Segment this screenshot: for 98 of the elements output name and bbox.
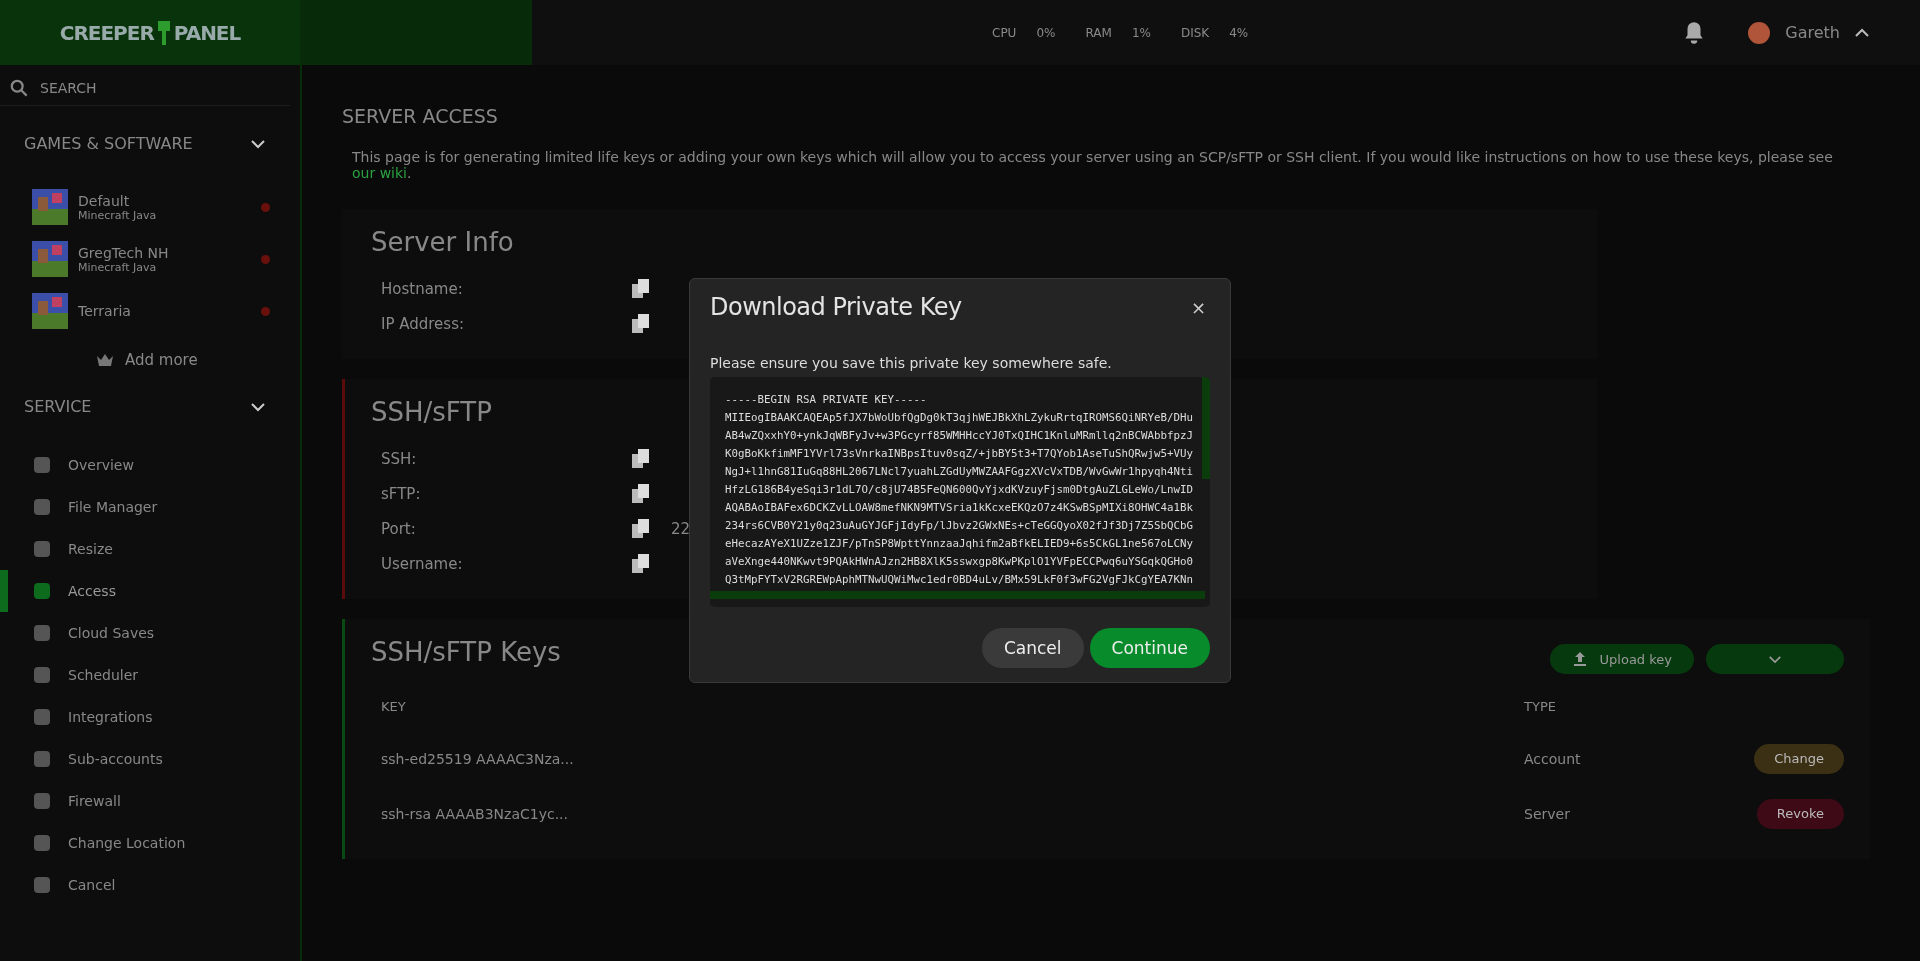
field-label: Hostname: <box>380 279 464 298</box>
close-button[interactable]: × <box>1186 296 1210 318</box>
square-icon <box>32 581 52 601</box>
wiki-link[interactable]: our wiki <box>352 165 407 181</box>
field-value: 22 <box>671 519 691 538</box>
column-header: TYPE <box>1524 698 1557 714</box>
change-button[interactable]: Change <box>1754 743 1844 774</box>
field-label: IP Address: <box>380 314 466 333</box>
stat-value: 0% <box>1036 25 1056 40</box>
menu-item[interactable]: Cloud Saves <box>0 612 300 654</box>
field-label: Username: <box>380 554 464 573</box>
key-line: eHecazAYeX1UZze1ZJF/pTnSP8WpttYnnzaaJqhifm2aBfkELIED9+6s5CkGL1ne567oLCNy <box>725 536 1194 552</box>
key-line: NgJ+l1hnG81IuGq88HL2067LNcl7yuahLZGdUyMWZAAFGgzXVcVxTDB/WvGwWr1hpyqh4Nti <box>725 464 1194 480</box>
menu-item[interactable]: Access <box>0 570 300 612</box>
server-game: Minecraft Java <box>78 208 158 222</box>
logo[interactable]: CREEPER PANEL <box>0 0 300 65</box>
server-name: Terraria <box>78 303 132 319</box>
square-icon <box>32 665 52 685</box>
caret-icon[interactable] <box>1854 27 1870 38</box>
key-line: AQABAoIBAFex6DCKZvLLOAW8mefNKN9MTVSria1kKcxeEKQzO7z4KSwBSpMIXi8OHWC4a1Bk <box>725 500 1194 516</box>
card-title: SSH/sFTP Keys <box>371 637 561 667</box>
copy-icon[interactable] <box>631 447 651 470</box>
field-label: sFTP: <box>380 484 422 503</box>
chevron-icon[interactable] <box>250 401 266 412</box>
square-icon <box>32 623 52 643</box>
table-cell-text: ssh-rsa AAAAB3NzaC1yc... <box>380 805 569 822</box>
server-name: Default <box>78 192 131 209</box>
stat-value: 1% <box>1131 25 1151 40</box>
server-item[interactable]: Terraria <box>0 285 300 337</box>
continue-button[interactable]: Continue <box>1089 628 1210 668</box>
menu-item[interactable]: Change Location <box>0 822 300 864</box>
intro-text: This page is for generating limited life keys or adding your own keys which will allow you to access your server using an SCP/sFTP or SSH client. If you would like instructions on how to use these keys, please see our wiki. <box>352 149 1834 181</box>
key-line: 234rs6CVB0Y21y0q23uAuGYJGFjIdyFp/lJbvz2GWxNEs+cTeGGQyoX02fJf3Dj7Z5SbQCbG <box>725 518 1194 534</box>
crown-icon <box>95 352 115 368</box>
scrollbar[interactable] <box>1202 377 1210 479</box>
stat-label: CPU <box>992 25 1017 40</box>
copy-icon[interactable] <box>631 517 651 540</box>
key-line: -----BEGIN RSA PRIVATE KEY----- <box>725 392 927 408</box>
table-cell-text: Account <box>1524 750 1582 767</box>
copy-icon[interactable] <box>631 312 651 335</box>
square-icon <box>32 455 52 475</box>
copy-icon[interactable] <box>631 277 651 300</box>
copy-icon[interactable] <box>631 482 651 505</box>
dialog-message: Please ensure you save this private key somewhere safe. <box>710 355 1113 371</box>
server-name: GregTech NH <box>78 244 170 261</box>
upload-icon <box>1571 651 1588 667</box>
menu-item[interactable]: Cancel <box>0 864 300 906</box>
logo-text: PANEL <box>173 20 241 45</box>
menu-item[interactable]: Firewall <box>0 780 300 822</box>
copy-icon[interactable] <box>631 552 651 575</box>
menu-item[interactable]: Sub-accounts <box>0 738 300 780</box>
square-icon <box>32 539 52 559</box>
section-heading: SERVICE <box>24 397 92 416</box>
square-icon <box>32 833 52 853</box>
card-title: SSH/sFTP <box>371 397 492 427</box>
server-item[interactable]: GregTech NH Minecraft Java <box>0 233 300 285</box>
server-item[interactable]: Default Minecraft Java <box>0 181 300 233</box>
square-icon <box>32 791 52 811</box>
revoke-button[interactable]: Revoke <box>1756 798 1844 829</box>
table-cell-text: Server <box>1524 805 1571 822</box>
user-name[interactable]: Gareth <box>1785 23 1840 42</box>
field-label: Port: <box>380 519 417 538</box>
key-line: Q3tMpFYTxV2RGREWpAphMTNwUQWiMwc1edr0BD4uLv/BMx59LkF0f3wFG2VgFJkCgYEA7KNn <box>725 572 1194 588</box>
stat-value: 4% <box>1229 25 1249 40</box>
chevron-icon[interactable] <box>250 138 266 149</box>
page-title: SERVER ACCESS <box>342 105 498 127</box>
key-line: MIIEogIBAAKCAQEAp5fJX7bWoUbfQgDg0kT3qjhWEJBkXhLZykuRrtqIROMS6QiNRYeB/DHu <box>725 410 1194 426</box>
menu-item[interactable]: Resize <box>0 528 300 570</box>
key-line: aVeXnge440NKwvt9PQAkHWnAJzn2HB8XlK5sswxgp8KwPKplO1YVFpECCPwq6uYSGqkQGHo0 <box>725 554 1194 570</box>
upload-key-button[interactable]: Upload key <box>1549 644 1694 674</box>
square-icon <box>32 875 52 895</box>
search-icon <box>10 79 28 97</box>
search-field[interactable]: SEARCH <box>38 79 242 97</box>
scrollbar[interactable] <box>710 591 1205 599</box>
section-heading: GAMES & SOFTWARE <box>24 134 193 153</box>
cancel-button[interactable]: Cancel <box>981 628 1084 668</box>
chevron-icon <box>1768 654 1782 664</box>
server-game: Minecraft Java <box>78 260 158 274</box>
add-more-link[interactable]: Add more <box>95 351 198 369</box>
square-icon <box>32 497 52 517</box>
avatar-icon[interactable] <box>1747 20 1772 45</box>
stat-label: DISK <box>1180 25 1210 40</box>
menu-item[interactable]: Integrations <box>0 696 300 738</box>
menu-item[interactable]: File Manager <box>0 486 300 528</box>
table-cell-text: ssh-ed25519 AAAAC3Nza... <box>380 750 575 767</box>
menu-item[interactable]: Scheduler <box>0 654 300 696</box>
square-icon <box>32 707 52 727</box>
card-title: Server Info <box>371 227 514 257</box>
key-line: K0gBoKkfimMF1YVrl73sVnrkaINBpsItuv0sqZ/+jbBY5t3+T7QYob1AseTuShQRwjw5+VUy <box>725 446 1194 462</box>
menu-item[interactable]: Overview <box>0 444 300 486</box>
dialog-title: Download Private Key <box>710 293 962 321</box>
logo-text: CREEPER <box>59 20 154 45</box>
key-line: HfzLG186B4yeSqi3r1dL7O/c8jU74B5FeQN600QvYjxdKVzuyFjsm0DtgAuZLGLeWo/LnwID <box>725 482 1194 498</box>
column-header: KEY <box>380 698 407 714</box>
stat-label: RAM <box>1085 25 1112 40</box>
field-label: SSH: <box>380 449 418 468</box>
square-icon <box>32 749 52 769</box>
key-line: AB4wZQxxhY0+ynkJqWBFyJv+w3PGcyrf85WMHHccYJ0TxQIHC1KnluMRmllq2nBCWAbbfpzJ <box>725 428 1194 444</box>
